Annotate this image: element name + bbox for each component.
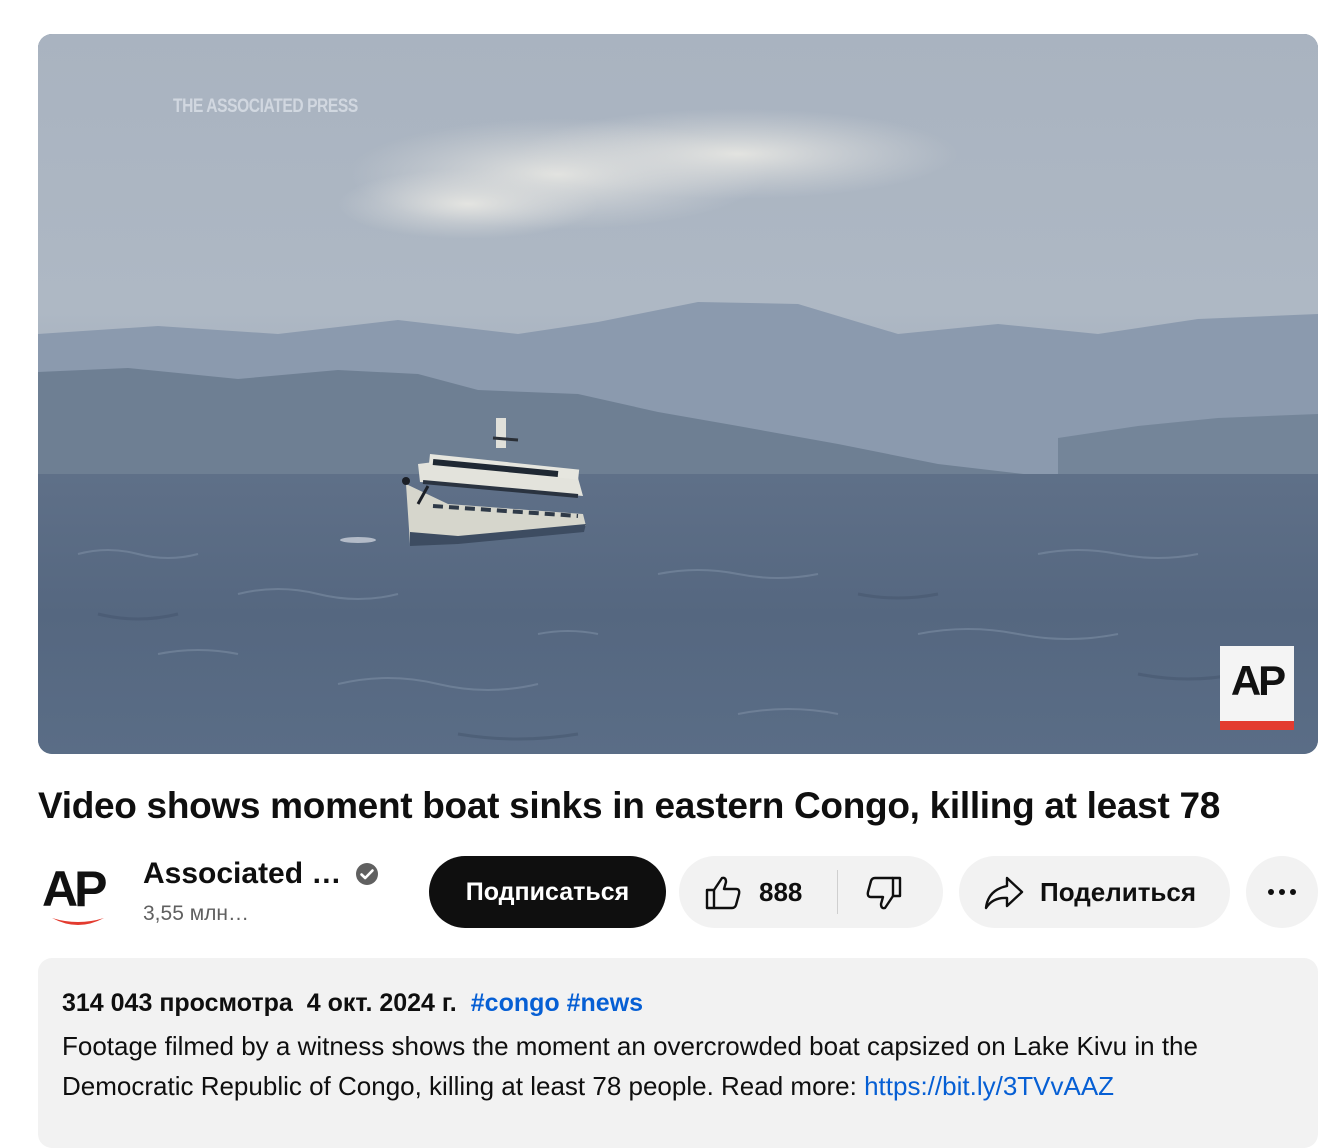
share-arrow-icon	[984, 876, 1024, 910]
view-count: 314 043 просмотра	[62, 989, 293, 1017]
ap-badge-text: AP	[1230, 657, 1286, 704]
avatar-logo-text: AP	[42, 861, 107, 917]
verified-check-icon	[356, 863, 378, 885]
channel-name[interactable]: Associated …	[143, 856, 341, 892]
thumb-down-icon	[866, 876, 902, 910]
video-player[interactable]: THE ASSOCIATED PRESS AP	[38, 34, 1318, 754]
like-count: 888	[759, 877, 803, 907]
description-text: Footage filmed by a witness shows the mo…	[62, 1026, 1302, 1106]
avatar-red-swoosh	[52, 918, 104, 925]
ap-badge-red-bar	[1220, 721, 1294, 730]
hashtag-congo[interactable]: #congo	[471, 989, 560, 1017]
channel-avatar[interactable]: AP	[38, 856, 118, 936]
more-actions-button[interactable]	[1246, 856, 1318, 928]
dislike-button[interactable]	[838, 856, 943, 928]
like-button[interactable]: 888	[679, 856, 837, 928]
upload-date: 4 окт. 2024 г.	[306, 989, 457, 1017]
like-dislike-group: 888	[679, 856, 943, 928]
thumb-up-icon	[705, 876, 741, 910]
subscriber-count: 3,55 млн…	[143, 902, 249, 925]
video-frame	[38, 34, 1318, 754]
share-button[interactable]: Поделиться	[959, 856, 1230, 928]
more-icon	[1268, 889, 1296, 895]
description-box[interactable]: 314 043 просмотра 4 окт. 2024 г. #congo #n…	[38, 958, 1318, 1148]
share-label: Поделиться	[1040, 877, 1197, 907]
hashtag-news[interactable]: #news	[567, 989, 643, 1017]
video-watermark: THE ASSOCIATED PRESS	[173, 96, 358, 117]
description-link[interactable]: https://bit.ly/3TVvAAZ	[864, 1071, 1114, 1101]
description-meta: 314 043 просмотра 4 окт. 2024 г. #congo #n…	[62, 988, 643, 1018]
video-title: Video shows moment boat sinks in eastern…	[38, 785, 1221, 826]
ap-logo-badge: AP	[1220, 646, 1294, 730]
subscribe-button[interactable]: Подписаться	[429, 856, 666, 928]
